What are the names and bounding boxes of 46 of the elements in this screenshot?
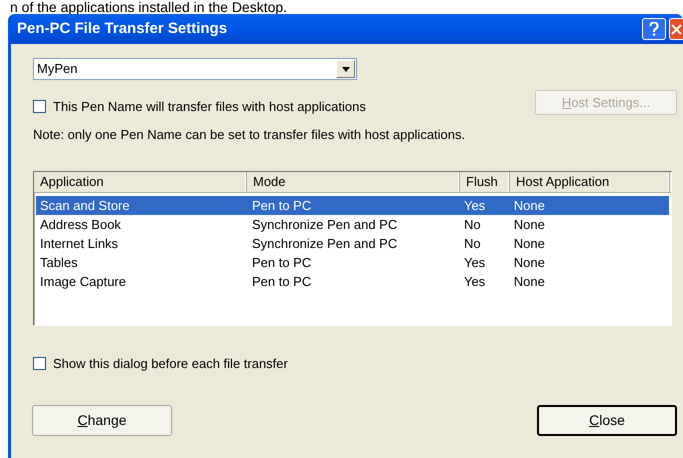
- table-cell-text: Scan and Store: [39, 196, 131, 215]
- column-header[interactable]: Mode: [247, 172, 460, 192]
- table-cell-text: None: [512, 216, 546, 234]
- table-cell-text: Address Book: [39, 216, 122, 234]
- table-cell-text: No: [462, 216, 482, 234]
- column-header[interactable]: Application: [34, 172, 247, 192]
- window-title: Pen-PC File Transfer Settings: [17, 18, 228, 39]
- table-cell-text: Pen to PC: [250, 196, 312, 215]
- checkbox[interactable]: [33, 100, 46, 114]
- help-button[interactable]: [642, 18, 666, 40]
- dropdown-arrow-button[interactable]: [336, 60, 355, 78]
- table-cell-text: None: [512, 234, 546, 253]
- pen-name-dropdown[interactable]: MyPen: [33, 58, 357, 80]
- table-cell-text: Pen to PC: [250, 254, 312, 272]
- list-row[interactable]: Scan and Store Pen to PC Yes None: [36, 196, 669, 215]
- caret-icon: [342, 66, 350, 72]
- close-icon: [670, 23, 682, 35]
- checkbox-label: Show this dialog before each file transfer: [53, 355, 288, 373]
- table-cell-text: Yes: [462, 272, 486, 291]
- list-row[interactable]: Image Capture Pen to PC Yes None: [36, 272, 669, 291]
- close-button[interactable]: [669, 18, 683, 40]
- table-cell-text: Image Capture: [39, 272, 127, 291]
- table-cell-text: Synchronize Pen and PC: [250, 216, 398, 234]
- list-row[interactable]: Internet Links Synchronize Pen and PC No None: [36, 234, 669, 253]
- table-cell-text: None: [512, 272, 546, 291]
- note-text: Note: only one Pen Name can be set to transfer files with host applications.: [33, 126, 466, 144]
- pen-name-value: MyPen: [37, 60, 78, 78]
- table-cell-text: None: [512, 254, 546, 272]
- checkbox[interactable]: [33, 357, 46, 370]
- checkbox-label: This Pen Name will transfer files with host applications: [53, 98, 366, 116]
- table-cell-text: None: [512, 196, 546, 215]
- table-cell-text: Internet Links: [39, 234, 120, 253]
- table-cell-text: No: [462, 234, 482, 253]
- column-header[interactable]: Flush: [460, 172, 510, 192]
- question-mark-icon: [649, 22, 659, 36]
- table-cell-text: Synchronize Pen and PC: [250, 234, 398, 253]
- column-header[interactable]: Host Application: [510, 172, 670, 192]
- list-row[interactable]: Address Book Synchronize Pen and PC No None: [36, 215, 669, 234]
- dialog-button[interactable]: Close: [537, 404, 677, 436]
- dialog-button[interactable]: Change: [32, 404, 172, 436]
- list-row[interactable]: Tables Pen to PC Yes None: [36, 253, 669, 272]
- table-cell-text: Pen to PC: [250, 272, 312, 291]
- table-cell-text: Yes: [462, 254, 486, 272]
- table-cell-text: Yes: [462, 196, 486, 215]
- caption-text: n of the applications installed in the Desktop.: [9, 0, 288, 14]
- table-cell-text: Tables: [39, 254, 79, 272]
